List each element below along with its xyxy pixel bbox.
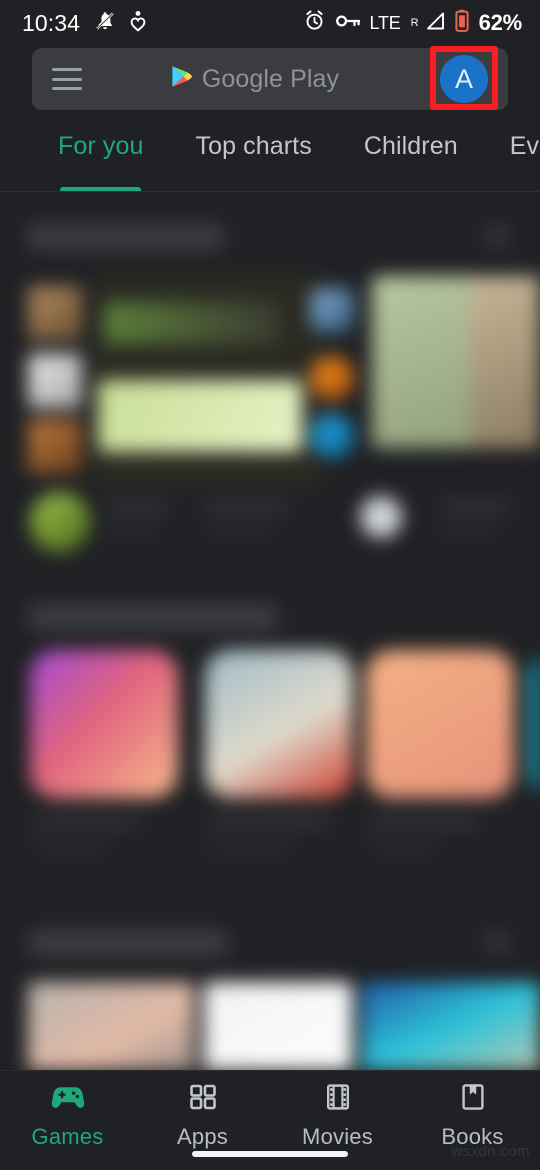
search-input[interactable]: Google Play xyxy=(76,65,434,94)
app-meta xyxy=(368,842,438,853)
section-more-icon[interactable] xyxy=(484,224,510,248)
app-name xyxy=(440,500,510,513)
app-meta xyxy=(207,842,291,853)
tab-events[interactable]: Even xyxy=(510,126,540,192)
gamepad-icon xyxy=(51,1083,85,1116)
section-title xyxy=(28,930,228,956)
tab-label: Children xyxy=(363,132,458,160)
google-play-logo-icon xyxy=(171,65,192,93)
promo-card[interactable] xyxy=(204,982,352,1070)
bell-slash-icon xyxy=(93,9,117,38)
tab-label: Even xyxy=(509,132,540,160)
grid-apps-icon xyxy=(188,1083,218,1116)
status-bar-left: 10:34 xyxy=(22,9,146,38)
app-icon[interactable] xyxy=(28,419,82,473)
content-feed[interactable] xyxy=(0,192,540,1070)
app-icon[interactable] xyxy=(360,496,402,538)
app-name xyxy=(106,500,170,513)
promo-card[interactable] xyxy=(28,982,194,1070)
tab-top-charts[interactable]: Top charts xyxy=(195,126,311,192)
nav-label: Games xyxy=(31,1124,104,1149)
film-strip-icon xyxy=(324,1083,352,1116)
nav-item-movies[interactable]: Movies xyxy=(270,1071,405,1150)
battery-percent-label: 62% xyxy=(478,10,523,35)
app-icon[interactable] xyxy=(30,650,178,798)
phone-screen: 10:34 LTE R 62% Google Play A For you To… xyxy=(0,0,540,1170)
status-bar: 10:34 LTE R 62% xyxy=(0,0,540,46)
search-bar-container: Google Play A xyxy=(32,46,508,110)
app-icon[interactable] xyxy=(28,286,82,340)
signal-icon xyxy=(424,11,446,36)
status-bar-right: LTE R 62% xyxy=(303,9,522,37)
app-icon[interactable] xyxy=(310,356,354,400)
section-title xyxy=(28,224,224,250)
watermark: wsxdn.com xyxy=(451,1143,530,1160)
tab-children[interactable]: Children xyxy=(364,126,458,192)
app-meta xyxy=(204,524,274,535)
category-tabs: For you Top charts Children Even xyxy=(0,126,540,192)
heart-pulse-icon xyxy=(130,10,146,37)
search-bar[interactable]: Google Play A xyxy=(32,46,508,110)
app-icon[interactable] xyxy=(310,288,354,332)
avatar[interactable]: A xyxy=(440,55,488,103)
nav-item-books[interactable]: Books xyxy=(405,1071,540,1150)
promo-card[interactable] xyxy=(362,982,540,1070)
app-meta xyxy=(440,524,496,535)
app-icon[interactable] xyxy=(310,414,354,458)
status-bar-clock: 10:34 xyxy=(22,9,81,36)
nav-label: Movies xyxy=(302,1124,373,1149)
nav-label: Apps xyxy=(177,1124,228,1149)
content-section xyxy=(0,214,540,574)
app-icon[interactable] xyxy=(530,650,540,798)
section-more-icon[interactable] xyxy=(484,930,510,954)
tab-for-you[interactable]: For you xyxy=(58,126,143,192)
content-section xyxy=(0,920,540,1070)
app-name xyxy=(368,816,478,829)
app-name xyxy=(204,500,290,513)
app-meta xyxy=(32,842,108,853)
app-icon[interactable] xyxy=(366,650,514,798)
account-avatar-slot: A xyxy=(430,46,498,110)
book-bookmark-icon xyxy=(460,1083,486,1116)
app-icon[interactable] xyxy=(28,354,82,408)
app-meta xyxy=(106,524,158,535)
app-icon[interactable] xyxy=(205,650,353,798)
search-placeholder: Google Play xyxy=(201,64,340,93)
tab-label: For you xyxy=(58,132,144,160)
tab-label: Top charts xyxy=(195,132,312,160)
network-type-label: LTE xyxy=(369,12,401,33)
section-title xyxy=(28,604,278,630)
gesture-bar[interactable] xyxy=(192,1151,348,1157)
app-name xyxy=(207,816,331,829)
vpn-key-icon xyxy=(335,12,361,35)
battery-icon xyxy=(454,9,469,37)
tabs-divider xyxy=(0,191,540,192)
nav-item-games[interactable]: Games xyxy=(0,1071,135,1150)
roaming-indicator: R xyxy=(410,17,419,29)
promo-banner[interactable] xyxy=(92,276,322,486)
alarm-icon xyxy=(303,9,326,37)
app-icon[interactable] xyxy=(30,492,90,552)
nav-item-apps[interactable]: Apps xyxy=(135,1071,270,1150)
content-section xyxy=(0,594,540,924)
app-name xyxy=(32,816,140,829)
promo-card-edge[interactable] xyxy=(470,276,540,448)
